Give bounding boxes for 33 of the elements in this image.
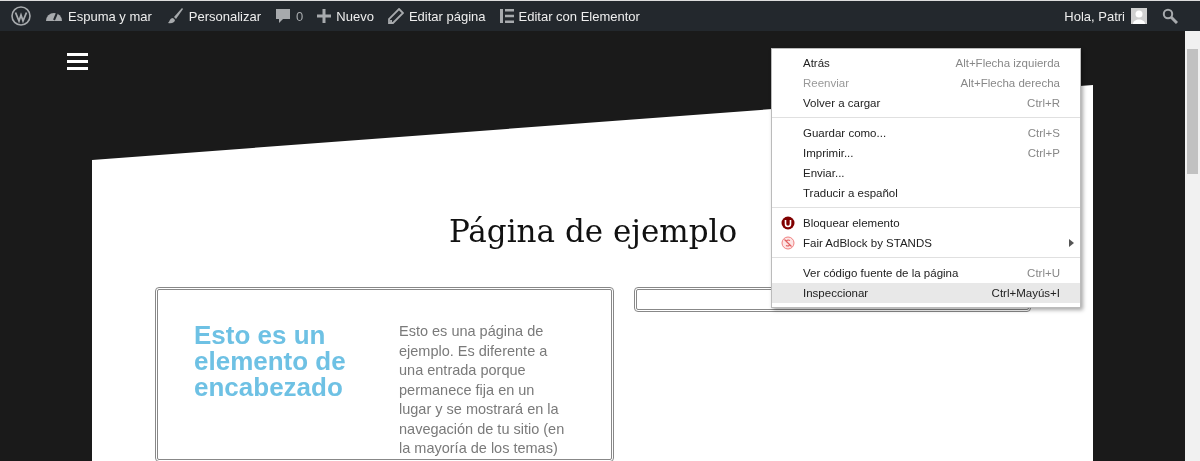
comment-icon <box>275 8 292 24</box>
menu-icon[interactable] <box>67 53 88 70</box>
wordpress-logo-icon <box>11 6 31 26</box>
avatar-icon <box>1131 8 1147 24</box>
heading-text: Esto es un elemento de encabezado <box>194 322 347 404</box>
admin-bar-link[interactable]: Espuma y mar <box>38 1 159 31</box>
admin-bar-link[interactable]: Personalizar <box>158 1 269 31</box>
menu-item[interactable]: Enviar... <box>772 163 1080 183</box>
scrollbar[interactable] <box>1185 31 1200 461</box>
shield-icon <box>781 216 795 230</box>
adblock-icon <box>781 236 795 250</box>
body-paragraph: Esto es una página de ejemplo. Es diferente a una entrada porque permanece fija en un lugar y se mostrará en la navegación de tu sitio (en la mayoría de los temas) <box>399 322 566 458</box>
menu-item[interactable]: Guardar como... Ctrl+S <box>772 123 1080 143</box>
plus-icon <box>317 9 332 23</box>
menu-item[interactable]: Fair AdBlock by STANDS <box>772 233 1080 253</box>
admin-bar-link[interactable]: 0 <box>268 1 311 31</box>
admin-bar-link[interactable]: Editar página <box>380 1 493 31</box>
account-link[interactable]: Hola, Patri <box>1053 1 1154 31</box>
menu-item[interactable]: Bloquear elemento <box>772 213 1080 233</box>
menu-item[interactable]: Inspeccionar Ctrl+Mayús+I <box>772 283 1080 303</box>
menu-item[interactable]: Atrás Alt+Flecha izquierda <box>772 53 1080 73</box>
brush-icon <box>165 7 184 25</box>
search-icon[interactable] <box>1162 8 1178 24</box>
elementor-icon <box>499 9 514 23</box>
admin-bar-link[interactable]: Nuevo <box>310 1 381 31</box>
menu-item[interactable]: Volver a cargar Ctrl+R <box>772 93 1080 113</box>
menu-item[interactable]: Ver código fuente de la página Ctrl+U <box>772 263 1080 283</box>
scrollbar-thumb[interactable] <box>1187 49 1198 174</box>
pencil-icon <box>387 8 404 24</box>
menu-item[interactable]: Traducir a español <box>772 183 1080 203</box>
page-title: Página de ejemplo <box>448 213 738 249</box>
admin-bar-link[interactable]: Editar con Elementor <box>492 1 647 31</box>
menu-item[interactable]: Imprimir... Ctrl+P <box>772 143 1080 163</box>
